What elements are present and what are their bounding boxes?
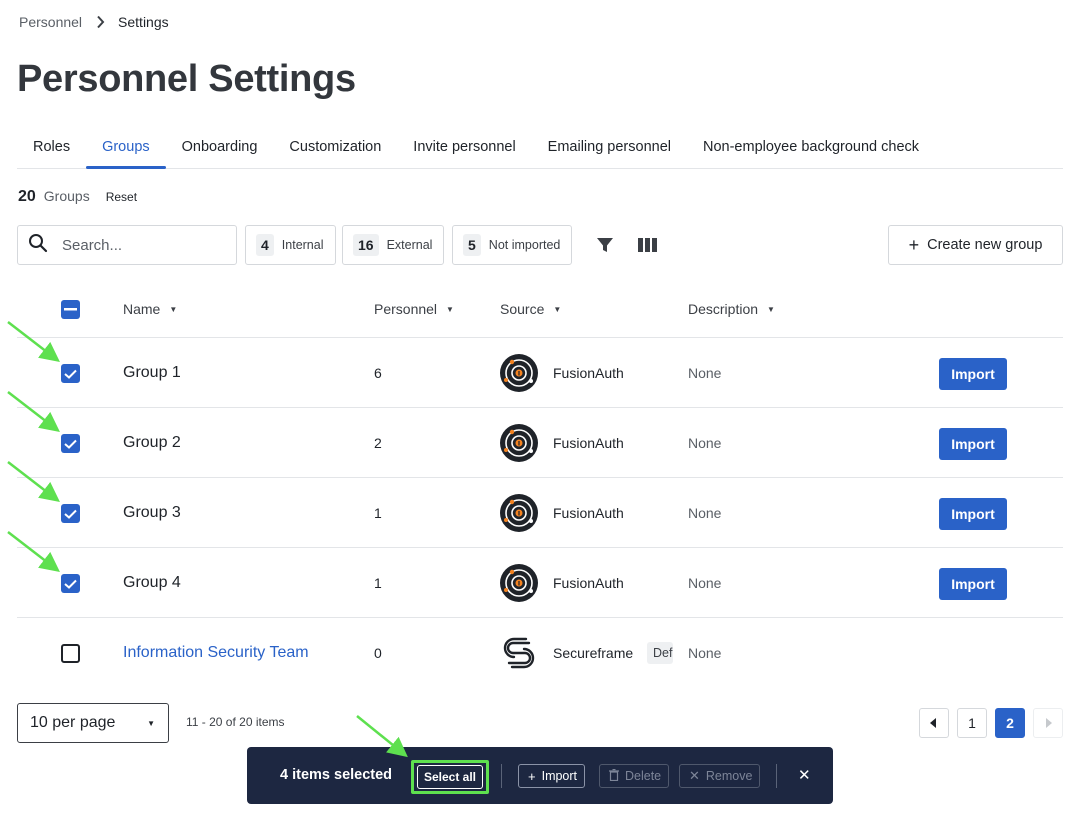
- annotation-arrows: [7, 321, 408, 758]
